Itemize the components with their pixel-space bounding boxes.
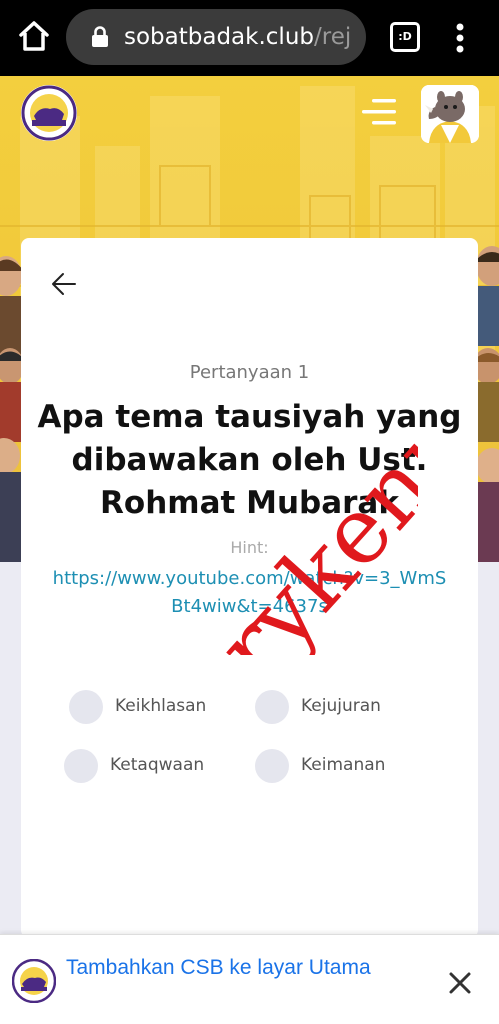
option-radio[interactable]	[69, 690, 103, 724]
url-text: sobatbadak.club/rej	[124, 24, 360, 50]
option-ketaqwaan[interactable]: Ketaqwaan	[64, 749, 234, 785]
url-host: sobatbadak.club	[124, 24, 314, 50]
hamburger-icon[interactable]	[358, 96, 398, 128]
hint-label: Hint:	[230, 538, 269, 557]
option-radio[interactable]	[255, 749, 289, 783]
question-text: Apa tema tausiyah yang dibawakan oleh Us…	[37, 399, 462, 521]
option-label: Keikhlasan	[115, 696, 207, 716]
option-radio[interactable]	[64, 749, 98, 783]
back-arrow-icon[interactable]	[51, 271, 77, 297]
add-to-home-text[interactable]: Tambahkan CSB ke layar Utama	[66, 953, 396, 982]
csb-app-icon	[12, 959, 56, 1003]
option-kejujuran[interactable]: Kejujuran	[255, 690, 425, 726]
lock-icon	[92, 26, 108, 47]
more-options-icon[interactable]	[448, 20, 472, 56]
option-label: Kejujuran	[301, 696, 381, 716]
hint-link[interactable]: https://www.youtube.com/watch?v=3_WmSBt4…	[51, 565, 448, 621]
rhino-avatar-icon	[421, 85, 479, 143]
tab-switcher-button[interactable]: :D	[390, 22, 420, 52]
home-icon[interactable]	[16, 18, 52, 54]
question-number: Pertanyaan 1	[189, 362, 310, 383]
option-label: Keimanan	[301, 755, 386, 775]
user-avatar[interactable]	[421, 85, 479, 143]
url-path: /rej	[314, 24, 352, 50]
browser-toolbar: sobatbadak.club/rej :D	[0, 0, 499, 76]
option-keikhlasan[interactable]: Keikhlasan	[69, 690, 239, 726]
add-to-home-banner[interactable]: Tambahkan CSB ke layar Utama	[0, 934, 499, 1024]
option-keimanan[interactable]: Keimanan	[255, 749, 425, 785]
option-radio[interactable]	[255, 690, 289, 724]
option-label: Ketaqwaan	[110, 755, 205, 775]
close-icon[interactable]	[446, 969, 474, 997]
address-bar[interactable]: sobatbadak.club/rej	[66, 9, 366, 65]
csb-logo-icon[interactable]	[20, 84, 78, 142]
quiz-card: Pertanyaan 1 Apa tema tausiyah yang diba…	[21, 238, 478, 938]
